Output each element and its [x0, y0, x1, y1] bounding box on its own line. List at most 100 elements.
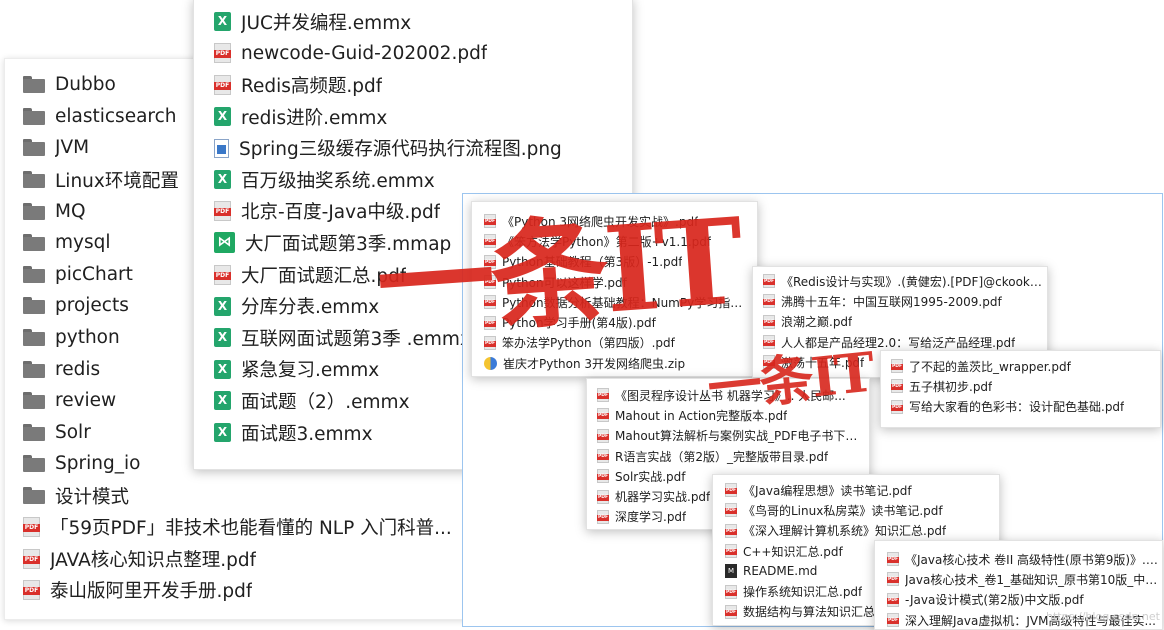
item-label: JVM: [55, 137, 90, 159]
item-label: redis: [55, 358, 101, 380]
file-item[interactable]: 崔庆才Python 3开发网络爬虫.zip: [484, 353, 752, 373]
file-item[interactable]: -Java设计模式(第2版)中文版.pdf: [887, 590, 1159, 610]
file-item[interactable]: Spring三级缓存源代码执行流程图.png: [214, 132, 624, 164]
file-item[interactable]: 《Java核心技术 卷II 高级特性(原书第9版)》.(...: [887, 549, 1159, 569]
file-item[interactable]: Mahout算法解析与案例实战_PDF电子书下载+...: [597, 426, 865, 446]
pdf-icon: [725, 584, 737, 599]
pdf-icon: [23, 517, 40, 538]
item-label: Python可以这样学.pdf: [502, 275, 627, 290]
item-label: picChart: [55, 263, 133, 285]
item-label: 笨办法学Python（第四版）.pdf: [502, 336, 675, 351]
item-label: 机器学习实战.pdf: [615, 490, 711, 505]
file-item[interactable]: redis进阶.emmx: [214, 101, 624, 133]
pdf-icon: [484, 315, 496, 330]
pdf-icon: [597, 408, 609, 423]
item-label: 《Redis设计与实现》.(黄健宏).[PDF]@ckook.pdf: [781, 274, 1043, 289]
pdf-icon: [887, 552, 899, 567]
file-item[interactable]: 五子棋初步.pdf: [891, 376, 1156, 396]
item-label: JUC并发编程.emmx: [241, 12, 412, 34]
item-label: 操作系统知识汇总.pdf: [743, 585, 863, 600]
folder-item[interactable]: 设计模式: [23, 480, 463, 512]
file-item[interactable]: 「59页PDF」非技术也能看懂的 NLP 入门科普...: [23, 511, 463, 543]
emmx-icon: [214, 328, 231, 348]
file-item[interactable]: Python数据分析基础教程：NumPy学习指南（...: [484, 292, 752, 312]
file-item[interactable]: Python学习手册(第4版).pdf: [484, 312, 752, 332]
file-item[interactable]: 《深入理解计算机系统》知识汇总.pdf: [725, 521, 995, 541]
emmx-big-icon: [214, 232, 235, 254]
item-label: 沸腾十五年：中国互联网1995-2009.pdf: [781, 294, 1002, 309]
file-item[interactable]: 《Java编程思想》读书笔记.pdf: [725, 480, 995, 500]
folder-icon: [23, 202, 45, 220]
file-item[interactable]: Python可以这样学.pdf: [484, 272, 752, 292]
item-label: redis进阶.emmx: [241, 107, 388, 129]
item-label: 浪潮之巅.pdf: [781, 315, 853, 330]
item-label: R语言实战（第2版）_完整版带目录.pdf: [615, 449, 829, 464]
pdf-icon: [597, 509, 609, 524]
file-item[interactable]: R语言实战（第2版）_完整版带目录.pdf: [597, 446, 865, 466]
emmx-icon: [214, 423, 231, 443]
pdf-icon: [887, 572, 899, 587]
item-label: 《笨方法学Python》第二版+v1.1.pdf: [502, 234, 712, 249]
item-label: 激荡十五年.pdf: [781, 355, 865, 370]
file-item[interactable]: 《Redis设计与实现》.(黄健宏).[PDF]@ckook.pdf: [763, 271, 1043, 291]
file-item[interactable]: 浪潮之巅.pdf: [763, 312, 1043, 332]
file-item[interactable]: 《Python 3网络爬虫开发实战》.pdf: [484, 211, 752, 231]
emmx-icon: [214, 107, 231, 127]
item-label: Spring三级缓存源代码执行流程图.png: [239, 139, 562, 161]
pdf-icon: [763, 294, 775, 309]
file-item[interactable]: Java核心技术_卷1_基础知识_原书第10版_中文...: [887, 569, 1159, 589]
file-item[interactable]: 了不起的盖茨比_wrapper.pdf: [891, 356, 1156, 376]
folder-icon: [23, 455, 45, 473]
file-item[interactable]: 《鸟哥的Linux私房菜》读书笔记.pdf: [725, 500, 995, 520]
file-item[interactable]: 《笨方法学Python》第二版+v1.1.pdf: [484, 231, 752, 251]
emmx-icon: [214, 12, 231, 32]
file-item[interactable]: 泰山版阿里开发手册.pdf: [23, 575, 463, 607]
item-label: 面试题3.emmx: [241, 423, 373, 445]
item-label: projects: [55, 295, 129, 317]
file-item[interactable]: 沸腾十五年：中国互联网1995-2009.pdf: [763, 291, 1043, 311]
credit-text: https://blog.csdn.net: [1046, 610, 1160, 623]
pdf-icon: [484, 295, 496, 310]
file-item[interactable]: JAVA核心知识点整理.pdf: [23, 543, 463, 575]
item-label: Solr实战.pdf: [615, 469, 686, 484]
pdf-icon: [763, 274, 775, 289]
file-item[interactable]: 笨办法学Python（第四版）.pdf: [484, 333, 752, 353]
folder-icon: [23, 392, 45, 410]
item-label: 《深入理解计算机系统》知识汇总.pdf: [743, 524, 947, 539]
item-label: C++知识汇总.pdf: [743, 544, 843, 559]
pdf-icon: [484, 275, 496, 290]
pdf-icon: [725, 483, 737, 498]
pdf-icon: [214, 201, 231, 222]
item-label: 互联网面试题第3季 .emmx: [241, 328, 471, 350]
file-item[interactable]: Python基础教程（第3版）-1.pdf: [484, 252, 752, 272]
file-item[interactable]: 百万级抽奖系统.emmx: [214, 164, 624, 196]
item-label: review: [55, 390, 117, 412]
pdf-icon: [597, 469, 609, 484]
item-label: README.md: [743, 564, 818, 579]
item-label: 《Python 3网络爬虫开发实战》.pdf: [502, 214, 699, 229]
pdf-icon: [484, 254, 496, 269]
item-label: Solr: [55, 421, 91, 443]
file-item[interactable]: 《图灵程序设计丛书 机器学习》.. 人民邮...: [597, 385, 865, 405]
item-label: 设计模式: [55, 486, 130, 508]
pdf-icon: [891, 399, 903, 414]
folder-icon: [23, 423, 45, 441]
file-item[interactable]: 写给大家看的色彩书：设计配色基础.pdf: [891, 397, 1156, 417]
file-item[interactable]: Mahout in Action完整版本.pdf: [597, 405, 865, 425]
folder-icon: [23, 171, 45, 189]
python-file-list: 《Python 3网络爬虫开发实战》.pdf 《笨方法学Python》第二版+v1…: [471, 201, 758, 377]
folder-icon: [23, 487, 45, 505]
item-label: elasticsearch: [55, 105, 177, 127]
file-item[interactable]: newcode-Guid-202002.pdf: [214, 38, 624, 70]
item-label: 人人都是产品经理2.0：写给泛产品经理.pdf: [781, 335, 1016, 350]
file-item[interactable]: JUC并发编程.emmx: [214, 6, 624, 38]
item-label: Python基础教程（第3版）-1.pdf: [502, 255, 683, 270]
emmx-icon: [214, 391, 231, 411]
folder-icon: [23, 234, 45, 252]
pdf-icon: [597, 489, 609, 504]
item-label: MQ: [55, 200, 86, 222]
pdf-icon: [725, 523, 737, 538]
file-item[interactable]: Redis高频题.pdf: [214, 69, 624, 101]
folder-icon: [23, 360, 45, 378]
item-label: 大厂面试题第3季.mmap: [245, 233, 452, 255]
